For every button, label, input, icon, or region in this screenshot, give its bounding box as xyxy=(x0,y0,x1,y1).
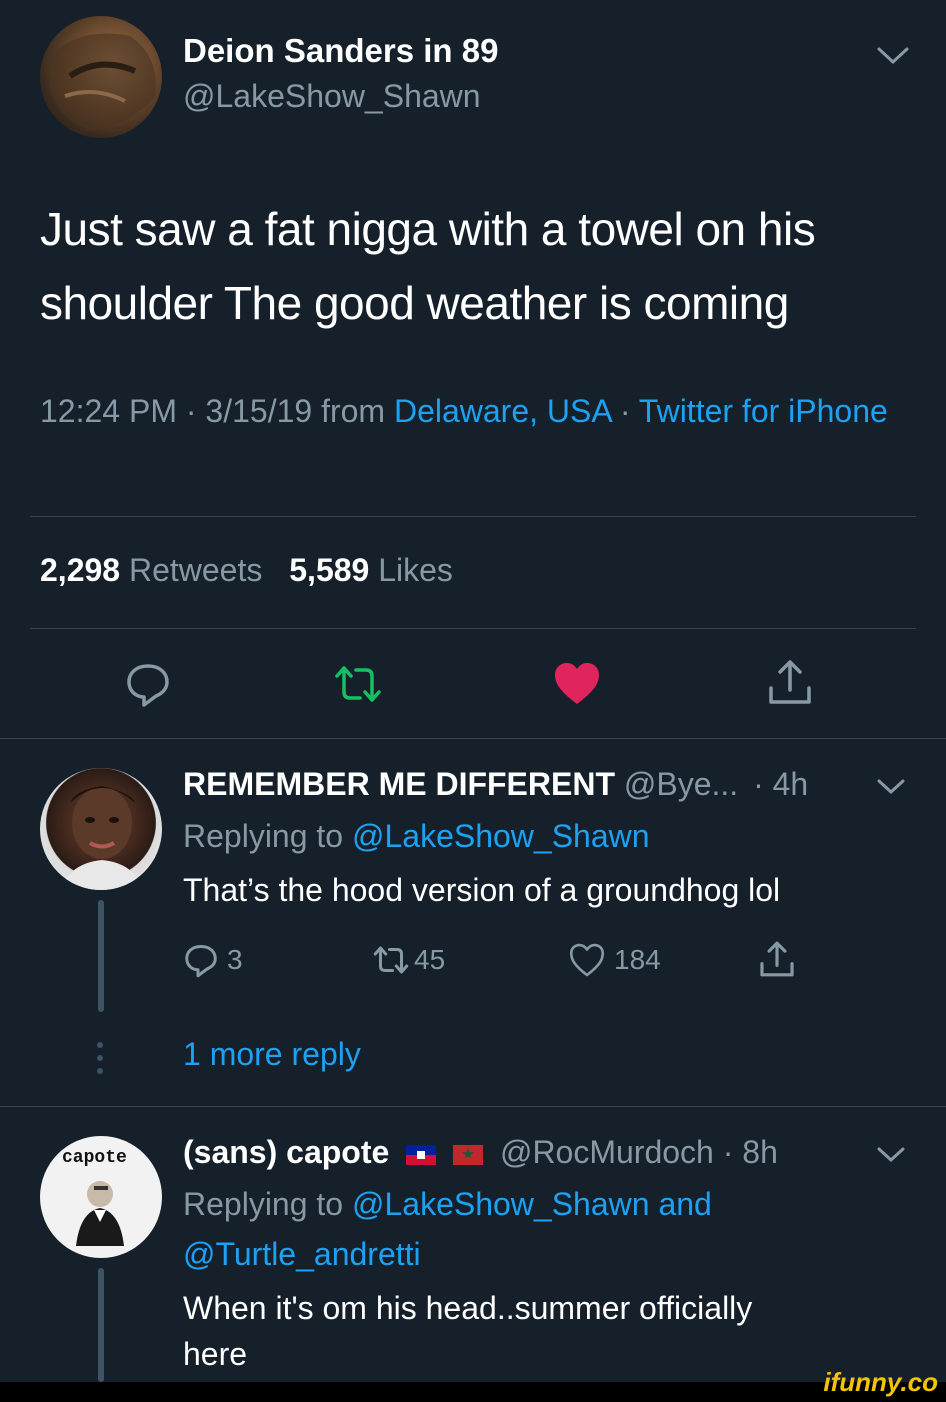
author-avatar[interactable] xyxy=(40,16,162,138)
reply-author-name[interactable]: (sans) capote xyxy=(183,1134,389,1170)
retweet-label: Retweets xyxy=(128,552,263,588)
tweet-stats: 2,298 Retweets 5,589 Likes xyxy=(40,552,453,589)
author-display-name[interactable]: Deion Sanders in 89 xyxy=(183,32,498,70)
divider xyxy=(0,1106,946,1107)
reply-like-button[interactable]: 184 xyxy=(568,942,661,978)
reply-text-line-1: When it's om his head..summer officially xyxy=(183,1290,753,1326)
tweet-metadata: 12:24 PM · 3/15/19 from Delaware, USA · … xyxy=(40,388,910,434)
reply-author-handle[interactable]: @Bye... xyxy=(624,766,738,802)
replying-to-handle[interactable]: @LakeShow_Shawn xyxy=(352,818,650,854)
tweet-menu-chevron-icon[interactable] xyxy=(876,46,910,71)
reply-icon xyxy=(127,664,169,707)
more-replies-link[interactable]: 1 more reply xyxy=(183,1036,361,1073)
tweet-timestamp[interactable]: 12:24 PM · 3/15/19 from xyxy=(40,393,394,429)
reply-time[interactable]: · 4h xyxy=(753,766,808,802)
thread-line xyxy=(98,1268,104,1382)
reply-header: REMEMBER ME DIFFERENT @Bye... · 4h xyxy=(183,766,808,803)
morocco-flag-icon xyxy=(453,1144,484,1165)
reply-text-line-2: here xyxy=(183,1336,248,1372)
retweet-count: 2,298 xyxy=(40,552,121,588)
reply-icon xyxy=(185,945,217,978)
divider xyxy=(30,516,916,517)
reply-header: (sans) capote @RocMurdoch · 8h xyxy=(183,1134,778,1171)
reply-replying-to: Replying to @LakeShow_Shawn xyxy=(183,812,650,860)
retweets-stat[interactable]: 2,298 Retweets xyxy=(40,552,262,588)
retweet-icon xyxy=(373,946,409,974)
divider xyxy=(30,628,916,629)
reply-menu-chevron-icon[interactable] xyxy=(876,1146,906,1169)
like-count: 5,589 xyxy=(289,552,370,588)
reply-retweet-button[interactable]: 45 xyxy=(372,942,445,978)
retweet-icon xyxy=(335,666,381,702)
ifunny-watermark: ifunny.co xyxy=(823,1367,938,1397)
thread-dots-icon xyxy=(95,1040,105,1081)
flags xyxy=(406,1134,500,1170)
reply-time[interactable]: · 8h xyxy=(723,1134,778,1170)
reply-menu-chevron-icon[interactable] xyxy=(876,778,906,801)
replying-to-handle[interactable]: @LakeShow_Shawn and xyxy=(352,1186,712,1222)
replying-to-handle-2[interactable]: @Turtle_andretti xyxy=(183,1230,421,1278)
heart-outline-icon xyxy=(569,943,605,977)
reply-like-count: 184 xyxy=(614,944,661,975)
like-button[interactable] xyxy=(553,660,601,713)
reply-author-name[interactable]: REMEMBER ME DIFFERENT xyxy=(183,766,615,802)
retweet-button[interactable] xyxy=(334,660,382,713)
bottom-bar xyxy=(0,1382,946,1402)
share-icon xyxy=(760,941,794,977)
replying-to-label: Replying to xyxy=(183,1186,352,1222)
reply-author-handle[interactable]: @RocMurdoch xyxy=(500,1134,714,1170)
replying-to-label: Replying to xyxy=(183,818,352,854)
tweet-text: Just saw a fat nigga with a towel on his… xyxy=(40,203,816,329)
heart-filled-icon xyxy=(555,663,599,704)
tweet-source-link[interactable]: Twitter for iPhone xyxy=(639,393,888,429)
reply-retweet-count: 45 xyxy=(414,944,446,975)
share-icon xyxy=(769,660,811,704)
avatar-logo-text: capote xyxy=(62,1148,127,1168)
divider xyxy=(0,738,946,739)
share-button[interactable] xyxy=(766,658,814,711)
reply-comment-button[interactable]: 3 xyxy=(183,942,243,978)
reply-replying-to: Replying to @LakeShow_Shawn and xyxy=(183,1180,712,1228)
like-label: Likes xyxy=(378,552,453,588)
meta-separator: · xyxy=(610,393,639,429)
haiti-flag-icon xyxy=(406,1144,437,1165)
reply-text: That’s the hood version of a groundhog l… xyxy=(183,872,781,908)
reply-share-button[interactable] xyxy=(758,940,796,983)
reply-button[interactable] xyxy=(124,660,172,713)
reply-comment-count: 3 xyxy=(227,944,243,975)
reply-avatar[interactable] xyxy=(40,768,162,890)
tweet-location-link[interactable]: Delaware, USA xyxy=(394,393,611,429)
author-handle[interactable]: @LakeShow_Shawn xyxy=(183,78,481,115)
thread-line xyxy=(98,900,104,1012)
likes-stat[interactable]: 5,589 Likes xyxy=(289,552,453,588)
